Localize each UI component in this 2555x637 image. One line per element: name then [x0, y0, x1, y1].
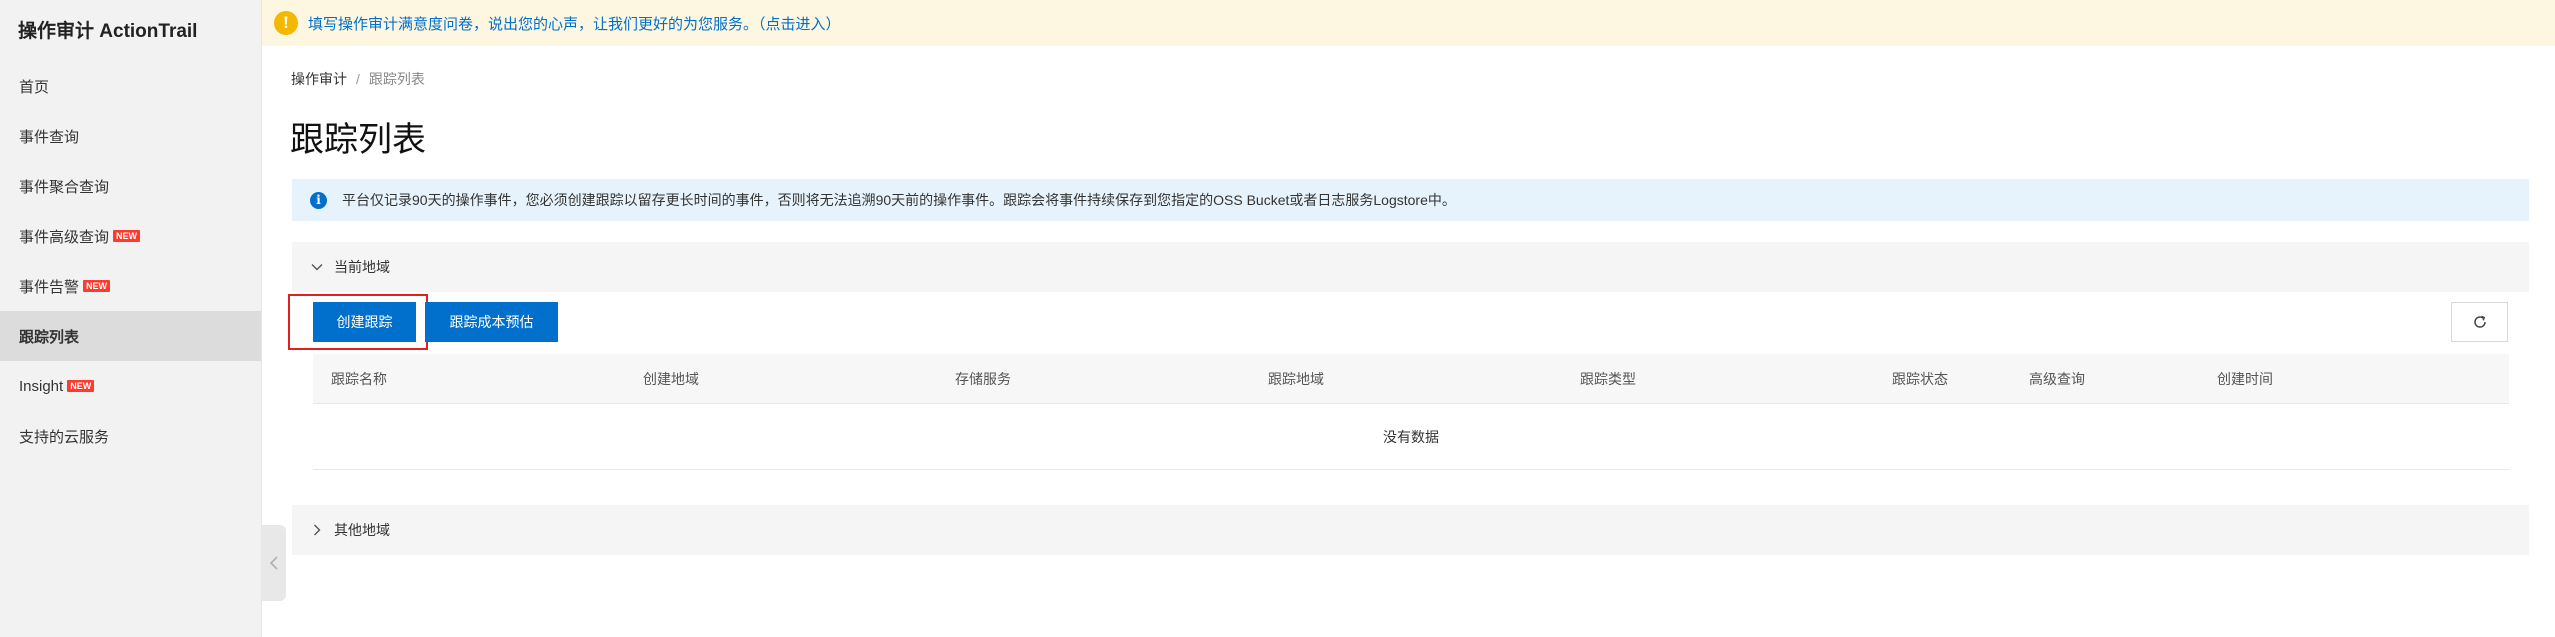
- column-header-create-time: 创建时间: [2217, 371, 2273, 387]
- other-region-toggle[interactable]: 其他地域: [292, 505, 2529, 555]
- sidebar-item-trail-list[interactable]: 跟踪列表: [0, 311, 261, 361]
- survey-link[interactable]: 填写操作审计满意度问卷，说出您的心声，让我们更好的为您服务。（点击进入）: [308, 13, 841, 34]
- sidebar-collapse-handle[interactable]: [262, 525, 286, 601]
- column-header-advanced-query: 高级查询: [2029, 371, 2085, 387]
- sidebar-item-home[interactable]: 首页: [0, 61, 261, 111]
- refresh-icon: [2473, 315, 2486, 328]
- sidebar-item-label: 事件告警: [19, 278, 80, 296]
- breadcrumb: 操作审计 / 跟踪列表: [291, 69, 425, 89]
- sidebar-item-label: 事件查询: [19, 128, 80, 146]
- warning-icon: !: [274, 11, 298, 35]
- info-icon: i: [310, 191, 327, 209]
- table-header: 跟踪名称 创建地域 存储服务 跟踪地域 跟踪类型 跟踪状态 高级查询 创建时间: [313, 354, 2509, 404]
- sidebar-item-label: 事件聚合查询: [19, 178, 110, 196]
- sidebar-item-event-advanced-query[interactable]: 事件高级查询 NEW: [0, 211, 261, 261]
- current-region-label: 当前地域: [334, 259, 390, 275]
- sidebar-item-supported-services[interactable]: 支持的云服务: [0, 411, 261, 461]
- sidebar: 操作审计 ActionTrail 首页 事件查询 事件聚合查询 事件高级查询 N…: [0, 0, 262, 637]
- current-region-toggle[interactable]: 当前地域: [292, 242, 2529, 292]
- sidebar-item-label: 首页: [19, 78, 50, 96]
- sidebar-item-event-aggregate-query[interactable]: 事件聚合查询: [0, 161, 261, 211]
- chevron-left-icon: [269, 556, 278, 570]
- survey-banner: ! 填写操作审计满意度问卷，说出您的心声，让我们更好的为您服务。（点击进入）: [262, 0, 2555, 46]
- breadcrumb-root[interactable]: 操作审计: [291, 71, 347, 87]
- page-title: 跟踪列表: [290, 121, 426, 159]
- sidebar-item-label: Insight: [19, 377, 64, 395]
- column-header-create-region: 创建地域: [643, 371, 699, 387]
- table-empty-state: 没有数据: [313, 404, 2509, 470]
- app-brand: 操作审计 ActionTrail: [18, 21, 198, 42]
- new-badge: NEW: [67, 380, 95, 392]
- refresh-button[interactable]: [2451, 302, 2508, 342]
- sidebar-item-label: 支持的云服务: [19, 428, 110, 446]
- breadcrumb-current: 跟踪列表: [368, 71, 425, 87]
- sidebar-item-event-alert[interactable]: 事件告警 NEW: [0, 261, 261, 311]
- sidebar-item-event-query[interactable]: 事件查询: [0, 111, 261, 161]
- info-text: 平台仅记录90天的操作事件，您必须创建跟踪以留存更长时间的事件，否则将无法追溯9…: [342, 192, 1456, 208]
- sidebar-item-label: 跟踪列表: [19, 328, 80, 346]
- chevron-down-icon: [311, 264, 323, 271]
- highlight-box: [288, 294, 428, 350]
- column-header-trail-region: 跟踪地域: [1268, 371, 1324, 387]
- new-badge: NEW: [83, 280, 111, 292]
- new-badge: NEW: [113, 230, 141, 242]
- cost-estimate-button[interactable]: 跟踪成本预估: [425, 302, 558, 342]
- chevron-right-icon: [314, 524, 321, 536]
- breadcrumb-separator: /: [356, 71, 360, 87]
- column-header-trail-type: 跟踪类型: [1580, 371, 1636, 387]
- other-region-label: 其他地域: [334, 522, 390, 538]
- sidebar-item-insight[interactable]: Insight NEW: [0, 361, 261, 411]
- column-header-trail-name: 跟踪名称: [331, 371, 387, 387]
- column-header-trail-status: 跟踪状态: [1892, 371, 1948, 387]
- sidebar-item-label: 事件高级查询: [19, 228, 110, 246]
- column-header-storage-service: 存储服务: [955, 371, 1011, 387]
- info-notice: i 平台仅记录90天的操作事件，您必须创建跟踪以留存更长时间的事件，否则将无法追…: [292, 179, 2529, 221]
